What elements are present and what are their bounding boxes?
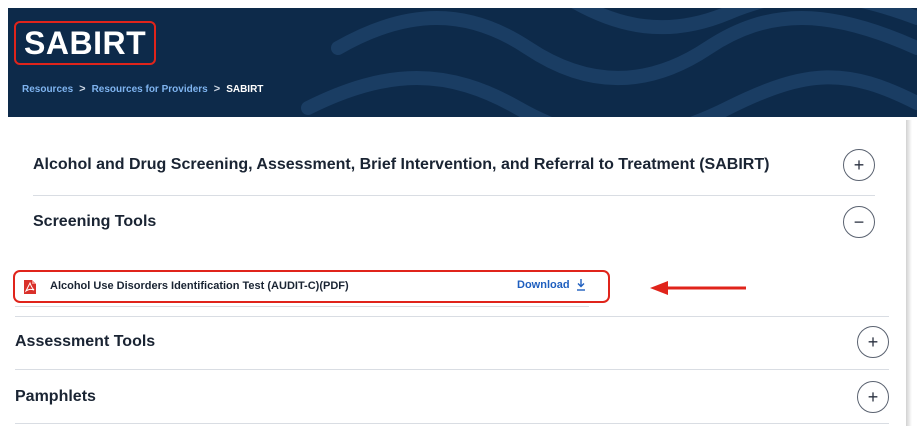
download-link[interactable]: Download	[517, 279, 586, 291]
expand-button[interactable]: +	[857, 381, 889, 413]
page-header-banner: SABIRT Resources > Resources for Provide…	[8, 8, 917, 117]
breadcrumb-link-providers[interactable]: Resources for Providers	[92, 84, 208, 95]
screening-file-row-highlight: Alcohol Use Disorders Identification Tes…	[13, 270, 610, 303]
download-icon	[576, 279, 585, 291]
accordion-title: Alcohol and Drug Screening, Assessment, …	[33, 156, 770, 173]
divider	[15, 306, 589, 307]
divider	[15, 316, 889, 317]
accordion-title: Screening Tools	[33, 213, 157, 230]
breadcrumb-link-resources[interactable]: Resources	[22, 84, 73, 95]
expand-button[interactable]: +	[843, 149, 875, 181]
collapse-button[interactable]: −	[843, 206, 875, 238]
accordion-title: Assessment Tools	[15, 333, 156, 350]
file-name[interactable]: Alcohol Use Disorders Identification Tes…	[50, 280, 349, 292]
breadcrumb-separator: >	[79, 83, 86, 95]
breadcrumb: Resources > Resources for Providers > SA…	[22, 83, 263, 95]
accordion-header-assessment-tools[interactable]: Assessment Tools +	[15, 325, 889, 359]
panel-shadow	[906, 120, 912, 426]
breadcrumb-separator: >	[213, 83, 221, 95]
accordion-header-screening-tools[interactable]: Screening Tools −	[33, 205, 875, 239]
accordion-header-pamphlets[interactable]: Pamphlets +	[15, 380, 889, 414]
breadcrumb-current: SABIRT	[226, 83, 264, 95]
download-label: Download	[517, 279, 570, 291]
divider	[15, 369, 889, 370]
expand-button[interactable]: +	[857, 326, 889, 358]
page-title: SABIRT	[24, 24, 147, 61]
pdf-file-icon	[24, 280, 36, 294]
divider	[15, 423, 889, 424]
accordion-header-sabirt[interactable]: Alcohol and Drug Screening, Assessment, …	[33, 148, 875, 182]
red-arrow-annotation	[650, 281, 746, 295]
divider	[33, 195, 875, 196]
page-title-highlight: SABIRT	[14, 21, 157, 65]
accordion-title: Pamphlets	[15, 388, 96, 405]
